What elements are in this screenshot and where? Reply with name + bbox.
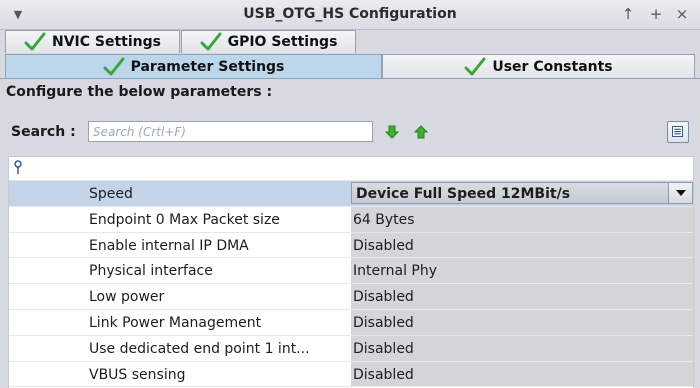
search-prev-up-icon[interactable] <box>413 124 429 140</box>
tab-label: User Constants <box>492 58 613 75</box>
tab-label: GPIO Settings <box>227 34 338 50</box>
check-icon <box>24 32 46 51</box>
table-row[interactable]: Enable internal IP DMA Disabled <box>9 232 693 259</box>
parameter-value: Disabled <box>353 366 414 383</box>
parameter-value: Disabled <box>353 237 414 254</box>
maximize-button[interactable]: + <box>646 4 666 24</box>
pin-icon[interactable] <box>13 160 23 176</box>
tab-label: Parameter Settings <box>130 58 285 75</box>
search-input[interactable] <box>88 121 373 142</box>
value-cell[interactable]: Disabled <box>351 335 693 361</box>
tab-nvic-settings[interactable]: NVIC Settings <box>5 30 180 53</box>
parameter-name: Link Power Management <box>89 314 262 331</box>
instruction-text: Configure the below parameters : <box>6 84 273 100</box>
table-row[interactable]: Speed Device Full Speed 12MBit/s <box>9 181 693 207</box>
speed-select[interactable]: Device Full Speed 12MBit/s <box>351 182 693 204</box>
table-row[interactable]: Low power Disabled <box>9 284 693 310</box>
value-cell[interactable]: Disabled <box>351 232 693 258</box>
value-cell[interactable]: Disabled <box>351 361 693 387</box>
tab-label: NVIC Settings <box>52 34 161 50</box>
parameter-table: Speed Device Full Speed 12MBit/s Endpoin… <box>8 156 694 388</box>
table-row[interactable]: Link Power Management Disabled <box>9 309 693 336</box>
search-next-down-icon[interactable] <box>384 124 400 140</box>
parameter-value: Device Full Speed 12MBit/s <box>356 186 571 202</box>
tab-gpio-settings[interactable]: GPIO Settings <box>181 30 356 53</box>
table-row[interactable]: VBUS sensing Disabled <box>9 361 693 388</box>
check-icon <box>200 32 222 51</box>
parameter-value: Internal Phy <box>353 263 438 280</box>
title-bar: ▼ USB_OTG_HS Configuration ↑ + × <box>0 0 700 30</box>
pin-button[interactable]: ↑ <box>618 4 638 24</box>
parameter-name: Physical interface <box>89 263 213 280</box>
parameter-name: Endpoint 0 Max Packet size <box>89 211 280 228</box>
parameter-value: Disabled <box>353 340 414 357</box>
value-cell[interactable]: 64 Bytes <box>351 206 693 232</box>
parameter-value: Disabled <box>353 289 414 306</box>
parameter-name: VBUS sensing <box>89 366 186 383</box>
table-row[interactable]: Endpoint 0 Max Packet size 64 Bytes <box>9 206 693 233</box>
window-title: USB_OTG_HS Configuration <box>243 6 457 22</box>
parameter-name: Use dedicated end point 1 int... <box>89 340 310 357</box>
tab-user-constants[interactable]: User Constants <box>382 54 695 78</box>
value-cell[interactable]: Internal Phy <box>351 258 693 284</box>
close-button[interactable]: × <box>672 4 692 24</box>
parameter-value: 64 Bytes <box>353 211 415 228</box>
parameter-name: Low power <box>89 289 165 306</box>
table-row[interactable]: Use dedicated end point 1 int... Disable… <box>9 335 693 362</box>
tab-parameter-settings[interactable]: Parameter Settings <box>5 54 382 78</box>
group-header-row <box>9 157 693 181</box>
list-icon <box>672 126 683 137</box>
list-view-button[interactable] <box>667 121 689 143</box>
table-row[interactable]: Physical interface Internal Phy <box>9 258 693 285</box>
chevron-down-icon[interactable] <box>668 183 692 203</box>
parameter-name: Speed <box>89 186 133 202</box>
check-icon <box>464 57 486 75</box>
value-cell[interactable]: Disabled <box>351 284 693 309</box>
parameter-value: Disabled <box>353 314 414 331</box>
value-cell[interactable]: Disabled <box>351 309 693 335</box>
check-icon <box>103 57 125 75</box>
parameter-name: Enable internal IP DMA <box>89 237 249 254</box>
parameter-panel: Configure the below parameters : Search … <box>0 78 700 388</box>
search-label: Search : <box>11 124 76 140</box>
